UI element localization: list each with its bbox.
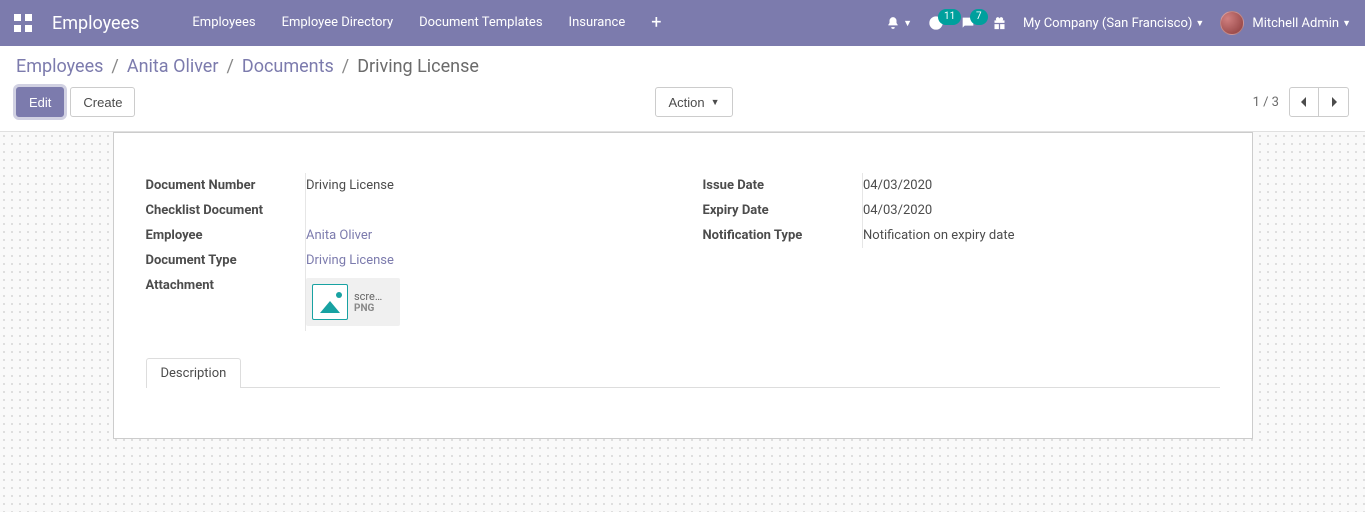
messages-badge: 7 [970,9,988,25]
edit-button[interactable]: Edit [16,87,64,117]
nav-links: Employees Employee Directory Document Te… [179,0,674,46]
value-checklist-document [306,198,663,223]
bc-section[interactable]: Documents [242,56,334,77]
action-label: Action [668,95,704,110]
avatar [1220,11,1244,35]
control-panel: Employees / Anita Oliver / Documents / D… [0,46,1365,132]
label-issue-date: Issue Date [703,173,863,198]
right-column: Issue Date 04/03/2020 Expiry Date 04/03/… [703,173,1220,331]
breadcrumb: Employees / Anita Oliver / Documents / D… [16,56,1349,77]
value-expiry-date: 04/03/2020 [863,198,1220,223]
label-notification-type: Notification Type [703,223,863,248]
label-expiry-date: Expiry Date [703,198,863,223]
company-switcher[interactable]: My Company (San Francisco) ▼ [1023,16,1204,31]
nav-link-document-templates[interactable]: Document Templates [406,0,555,46]
nav-add-icon[interactable]: + [638,0,674,46]
left-column: Document Number Driving License Checklis… [146,173,663,331]
value-notification-type: Notification on expiry date [863,223,1220,248]
action-dropdown[interactable]: Action ▼ [655,87,732,117]
tabs: Description [146,357,1220,388]
chevron-right-icon [1329,97,1339,107]
pager: 1 / 3 [1253,87,1349,117]
bc-root[interactable]: Employees [16,56,103,77]
nav-link-employees[interactable]: Employees [179,0,268,46]
bell-icon [886,16,900,30]
activities-badge: 11 [938,9,961,25]
label-document-number: Document Number [146,173,306,198]
value-employee-link[interactable]: Anita Oliver [306,228,372,243]
label-checklist-document: Checklist Document [146,198,306,223]
chevron-left-icon [1299,97,1309,107]
activities-button[interactable]: 11 [928,15,944,31]
gift-icon [992,16,1007,31]
attachment-ext: png [354,303,382,314]
bc-employee[interactable]: Anita Oliver [127,56,219,77]
pager-prev-button[interactable] [1289,87,1319,117]
label-document-type: Document Type [146,248,306,273]
caret-down-icon: ▼ [711,97,720,107]
tab-description[interactable]: Description [146,358,242,388]
company-name: My Company (San Francisco) [1023,16,1192,31]
nav-link-insurance[interactable]: Insurance [556,0,639,46]
user-name: Mitchell Admin [1252,16,1339,31]
apps-icon[interactable] [14,14,32,32]
attachment-filename: scre… [354,290,382,303]
app-brand[interactable]: Employees [52,13,139,34]
notifications-button[interactable]: ▼ [886,16,912,30]
form-sheet: Document Number Driving License Checklis… [113,132,1253,439]
content-area: Document Number Driving License Checklis… [0,132,1365,512]
label-employee: Employee [146,223,306,248]
value-document-number: Driving License [306,173,663,198]
gift-button[interactable] [992,16,1007,31]
nav-right: ▼ 11 7 My Company (San Francisco) ▼ Mitc… [886,11,1351,35]
messages-button[interactable]: 7 [960,15,976,31]
bc-current: Driving License [357,56,479,77]
image-icon [312,284,348,320]
value-document-type-link[interactable]: Driving License [306,253,394,268]
bc-sep: / [342,56,349,77]
bc-sep: / [111,56,118,77]
top-navbar: Employees Employees Employee Directory D… [0,0,1365,46]
create-button[interactable]: Create [70,87,135,117]
user-menu[interactable]: Mitchell Admin ▼ [1220,11,1351,35]
attachment-card[interactable]: scre… png [306,278,400,326]
pager-text[interactable]: 1 / 3 [1253,95,1279,110]
nav-link-employee-directory[interactable]: Employee Directory [269,0,407,46]
label-attachment: Attachment [146,273,306,331]
bc-sep: / [226,56,233,77]
value-issue-date: 04/03/2020 [863,173,1220,198]
pager-next-button[interactable] [1319,87,1349,117]
